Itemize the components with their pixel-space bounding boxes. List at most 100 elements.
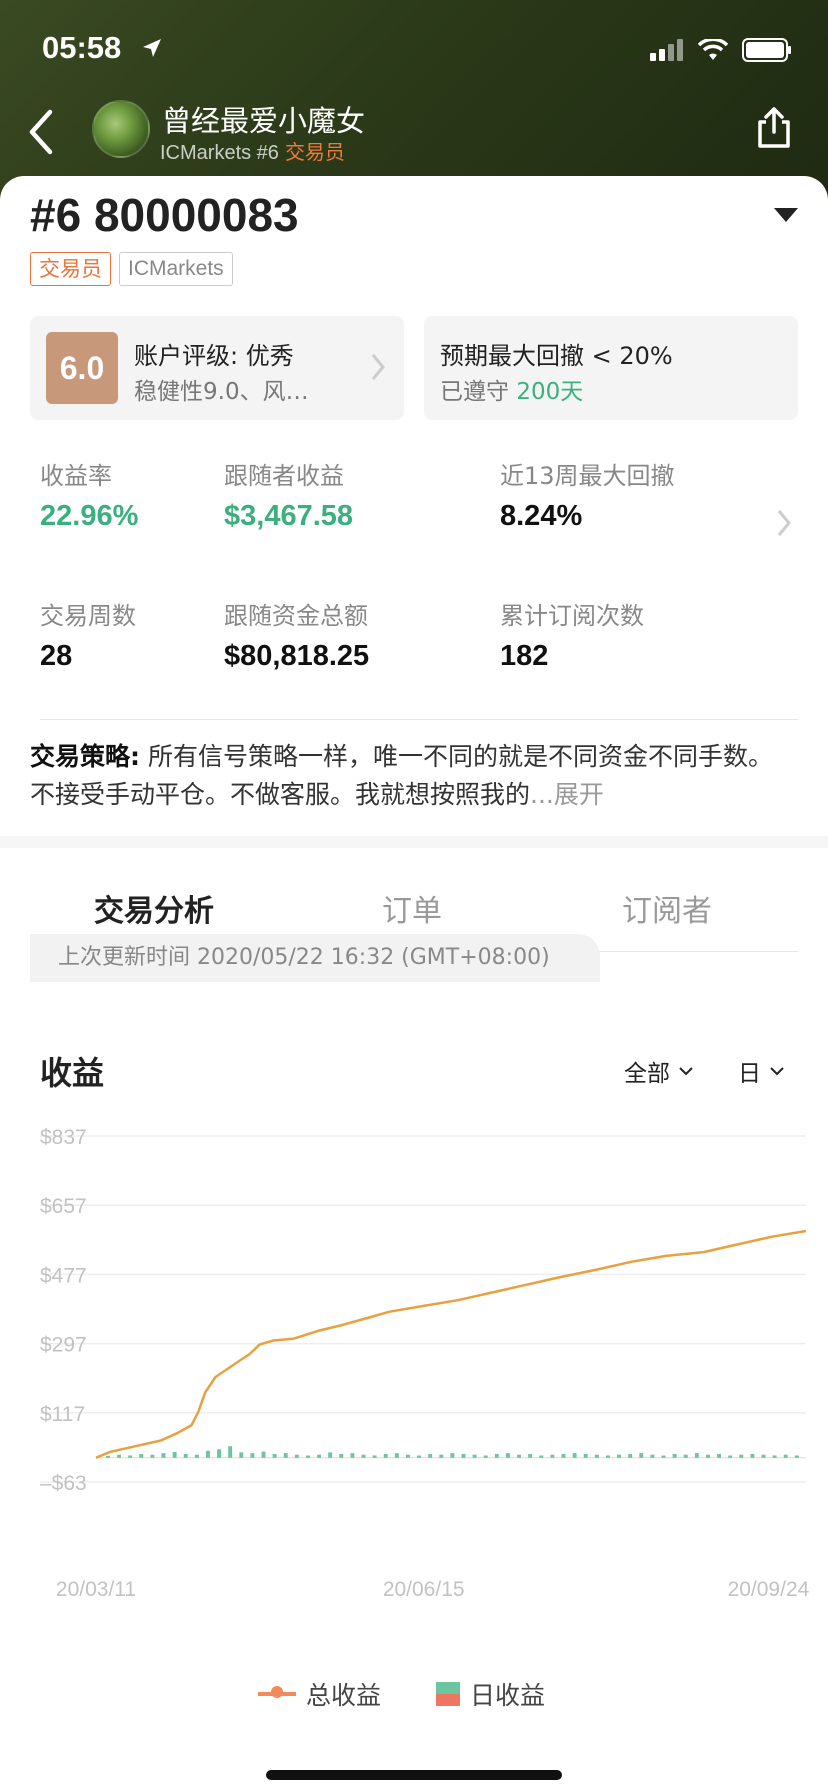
role-label: 交易员 [284,140,345,164]
daily-profit-bar [739,1454,744,1458]
trader-nickname: 曾经最爱小魔女 [162,104,366,138]
legend-line-swatch [258,1686,296,1698]
follower-profit-value: $3,467.58 [224,500,354,532]
daily-profit-bar [628,1453,633,1458]
daily-profit-bar [572,1453,577,1458]
daily-profit-bar [794,1455,799,1458]
daily-profit-bar [283,1453,288,1458]
tab-orders[interactable]: 订单 [382,886,442,930]
strategy-label: 交易策略: [30,742,140,771]
weeks-label: 交易周数 [40,602,136,630]
drawdown-days: 200天 [516,379,584,405]
daily-profit-bar [583,1453,588,1458]
chevron-right-icon[interactable] [776,508,792,538]
daily-profit-bar [550,1454,555,1458]
score-badge: 6.0 [46,332,118,404]
legend-daily[interactable]: 日收益 [436,1676,545,1712]
daily-profit-bar [117,1454,121,1458]
y-tick-label: $657 [40,1195,87,1218]
daily-profit-bar [783,1454,788,1458]
daily-profit-bar [606,1455,610,1458]
avatar[interactable] [92,100,150,158]
x-tick-label: 20/06/15 [383,1578,465,1601]
daily-profit-bar [106,1455,110,1458]
total-profit-line [95,1229,807,1459]
daily-profit-bar [128,1455,133,1458]
daily-profit-bar [717,1453,721,1458]
daily-profit-bar [250,1453,255,1458]
chevron-down-icon [770,1067,784,1076]
tab-subscribers[interactable]: 订阅者 [622,886,712,930]
daily-profit-bar [339,1453,344,1458]
legend-total-label: 总收益 [306,1681,382,1710]
daily-profit-bar [528,1453,533,1458]
tag-trader: 交易员 [30,252,111,286]
filter-all[interactable]: 全部 [624,1054,694,1088]
daily-profit-bar [239,1452,244,1458]
daily-profit-bar [661,1455,666,1458]
daily-profit-bar [706,1454,710,1458]
daily-profit-bar [483,1455,488,1458]
daily-profit-bar [317,1454,321,1458]
y-tick-label: $837 [40,1126,87,1149]
return-label: 收益率 [40,462,112,490]
daily-profit-bar [561,1453,566,1458]
expand-link[interactable]: ...展开 [530,780,604,809]
max-drawdown-label: 近13周最大回撤 [500,462,675,490]
drawdown-card: 预期最大回撤 < 20% 已遵守 200天 [424,316,798,420]
daily-profit-bar [639,1453,644,1458]
daily-profit-bar [494,1453,499,1458]
daily-profit-bar [172,1452,177,1458]
back-icon[interactable] [24,106,58,158]
location-arrow-icon [143,39,161,57]
divider [40,719,798,720]
chevron-down-icon [679,1067,693,1076]
last-updated: 上次更新时间 2020/05/22 16:32 (GMT+08:00) [30,934,600,982]
y-tick-label: –$63 [40,1472,87,1495]
share-icon[interactable] [754,106,794,150]
daily-profit-bar [428,1453,433,1458]
content-card: #6 80000083 交易员 ICMarkets 6.0 账户评级: 优秀 稳… [0,176,828,1792]
daily-profit-bar [461,1453,466,1458]
daily-profit-bar [750,1453,755,1458]
daily-profit-bar [183,1453,188,1458]
daily-profit-bar [361,1454,366,1458]
trader-subtitle: ICMarkets #6 交易员 [160,136,345,165]
home-indicator [266,1770,562,1780]
legend-total[interactable]: 总收益 [258,1676,381,1712]
chart-title: 收益 [40,1054,105,1092]
rating-card[interactable]: 6.0 账户评级: 优秀 稳健性9.0、风… [30,316,404,420]
return-value: 22.96% [40,500,139,532]
strategy-text[interactable]: 交易策略: 所有信号策略一样，唯一不同的就是不同资金不同手数。 不接受手动平仓。… [30,738,800,814]
daily-profit-bar [139,1453,144,1458]
daily-profit-bar [306,1455,310,1458]
chevron-right-icon [371,354,385,380]
status-bar: 05:58 [42,30,792,70]
daily-profit-bar [417,1455,421,1458]
caret-down-icon[interactable] [774,208,798,222]
follower-profit-label: 跟随者收益 [224,462,344,490]
section-separator [0,836,828,848]
daily-profit-bar [394,1453,399,1458]
tag-broker: ICMarkets [119,252,233,286]
nav-bar: 曾经最爱小魔女 ICMarkets #6 交易员 [0,92,828,172]
daily-profit-bar [228,1446,233,1458]
x-tick-label: 20/09/24 [728,1578,810,1601]
weeks-value: 28 [40,640,73,672]
funds-label: 跟随资金总额 [224,602,368,630]
wifi-icon [698,39,728,60]
rating-title: 账户评级: 优秀 [134,342,294,370]
filter-day[interactable]: 日 [738,1054,785,1088]
profit-chart: $837 $657 $477 $297 $117 –$63 20/03/11 20/06/15… [40,1126,810,1601]
strategy-body: 所有信号策略一样，唯一不同的就是不同资金不同手数。 不接受手动平仓。不做客服。我… [30,742,773,809]
filter-all-label: 全部 [624,1061,670,1087]
daily-profit-bar [406,1454,410,1458]
subs-label: 累计订阅次数 [500,602,644,630]
battery-icon [742,38,791,62]
daily-profit-bar [450,1453,455,1458]
funds-value: $80,818.25 [224,640,370,672]
status-time: 05:58 [42,30,122,65]
tab-analysis[interactable]: 交易分析 [94,886,214,930]
chart-legend: 总收益 日收益 [0,1676,828,1716]
daily-profit-bar [206,1450,210,1458]
